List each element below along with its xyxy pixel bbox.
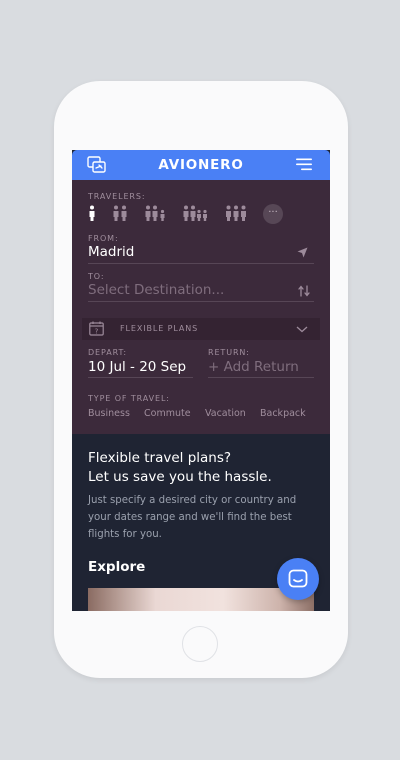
destination-field[interactable]: Select Destination...: [88, 282, 224, 298]
promo-heading-line1: Flexible travel plans?: [88, 450, 232, 466]
promo-body-line3: flights for you.: [88, 529, 162, 540]
return-underline: [208, 377, 314, 378]
traveler-3-icon[interactable]: [144, 205, 166, 221]
calendar-day: ?: [95, 328, 99, 336]
depart-field[interactable]: 10 Jul - 20 Sep: [88, 359, 186, 375]
more-travelers-button[interactable]: ···: [263, 204, 283, 224]
travel-type-backpack[interactable]: Backpack: [260, 408, 306, 419]
flexible-plans-toggle[interactable]: ? FLEXIBLE PLANS: [82, 318, 320, 340]
travel-type-commute[interactable]: Commute: [144, 408, 191, 419]
top-bar: AVIONERO: [72, 150, 330, 180]
search-form: TRAVELERS: ··· FROM: Madrid TO: Select D…: [72, 180, 330, 434]
to-label: TO:: [88, 272, 105, 281]
swap-icon[interactable]: [298, 285, 310, 297]
app-screen: AVIONERO TRAVELERS: ··· FROM: Madrid TO:…: [72, 150, 330, 611]
from-field[interactable]: Madrid: [88, 244, 134, 260]
traveler-2-icon[interactable]: [112, 205, 128, 221]
depart-underline: [88, 377, 193, 378]
travelers-label: TRAVELERS:: [88, 192, 146, 201]
depart-label: DEPART:: [88, 348, 127, 357]
return-label: RETURN:: [208, 348, 250, 357]
app-brand: AVIONERO: [158, 157, 244, 173]
chevron-down-icon: [296, 326, 308, 333]
return-field[interactable]: + Add Return: [208, 359, 299, 375]
from-label: FROM:: [88, 234, 119, 243]
traveler-4-icon[interactable]: [182, 205, 208, 221]
to-underline: [88, 301, 314, 302]
traveler-1-icon[interactable]: [88, 205, 96, 221]
travel-type-label: TYPE OF TRAVEL:: [88, 394, 170, 403]
home-button[interactable]: [182, 626, 218, 662]
promo-body-line2: your dates range and we'll find the best: [88, 512, 292, 523]
chat-icon: [288, 569, 308, 588]
from-underline: [88, 263, 314, 264]
promo-heading-line2: Let us save you the hassle.: [88, 469, 272, 485]
promo-body-line1: Just specify a desired city or country a…: [88, 495, 297, 506]
travel-type-business[interactable]: Business: [88, 408, 130, 419]
chat-button[interactable]: [277, 558, 319, 600]
menu-icon[interactable]: [296, 158, 312, 171]
traveler-5-icon[interactable]: [225, 205, 247, 221]
location-arrow-icon[interactable]: [297, 247, 308, 258]
calendar-icon: ?: [89, 321, 104, 336]
travel-type-vacation[interactable]: Vacation: [205, 408, 246, 419]
flexible-plans-label: FLEXIBLE PLANS: [120, 324, 199, 333]
explore-heading: Explore: [88, 559, 146, 575]
